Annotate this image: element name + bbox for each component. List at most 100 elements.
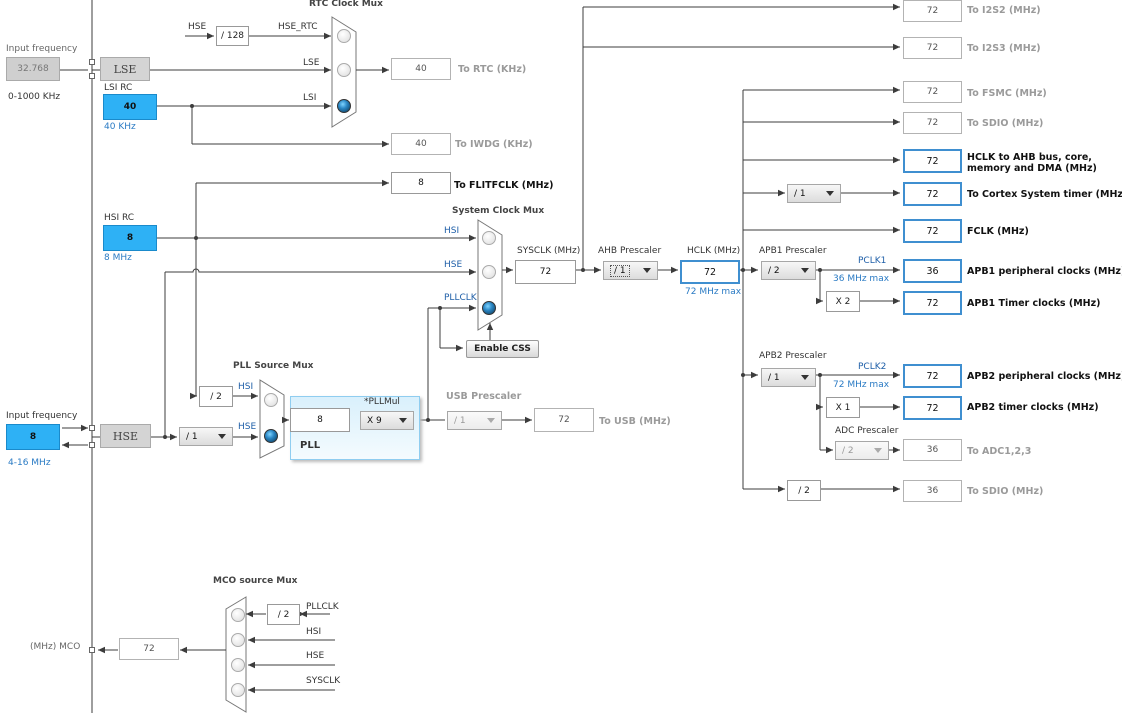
mco-input-hse: HSE — [306, 651, 325, 661]
mco-input-hsi: HSI — [306, 627, 322, 637]
apb1-peripheral-value-box: 36 — [903, 259, 962, 283]
pll-mux-input-hsi: HSI — [238, 382, 254, 392]
hsi-rc-value-box[interactable]: 8 — [103, 225, 157, 251]
pclk2-max-label: 72 MHz max — [833, 380, 890, 390]
pll-name-label: PLL — [300, 440, 321, 451]
hclk-label: HCLK (MHz) — [687, 246, 741, 256]
pll-mul-value: X 9 — [367, 415, 382, 426]
fsmc-clock-dest-label: To FSMC (MHz) — [967, 88, 1047, 99]
pll-mux-input-hse: HSE — [238, 422, 257, 432]
rtc-mux-radio-lsi[interactable] — [337, 99, 351, 113]
rtc-mux-input-lse: LSE — [303, 58, 320, 68]
apb2-prescaler-dropdown[interactable]: / 1 — [761, 368, 816, 387]
rtc-mux-radio-lse[interactable] — [337, 63, 351, 77]
apb2-prescaler-label: APB2 Prescaler — [759, 351, 827, 361]
rtc-hse-divider: / 128 — [216, 26, 249, 46]
pclk1-max-label: 36 MHz max — [833, 274, 890, 284]
adc-prescaler-dropdown[interactable]: / 2 — [835, 441, 889, 460]
rtc-clock-value-box: 40 — [391, 58, 451, 80]
lse-source-box[interactable]: LSE — [100, 57, 150, 81]
mco-radio-hse[interactable] — [231, 658, 245, 672]
iwdg-clock-value-box: 40 — [391, 133, 451, 155]
pll-hsi-divider: / 2 — [199, 386, 233, 407]
apb2-peripheral-value-box: 72 — [903, 364, 962, 388]
lse-terminal-bottom — [89, 73, 95, 79]
sysclk-label: SYSCLK (MHz) — [517, 246, 581, 256]
hclk-value-box[interactable]: 72 — [680, 260, 740, 284]
chevron-down-icon — [218, 434, 226, 439]
apb1-timer-value-box: 72 — [903, 291, 962, 315]
rtc-mux-radio-hse-rtc[interactable] — [337, 29, 351, 43]
mco-radio-pllclk[interactable] — [231, 608, 245, 622]
lse-input-frequency-field[interactable]: 32.768 — [6, 57, 60, 81]
rtc-hse-label: HSE — [188, 22, 207, 32]
mco-radio-hsi[interactable] — [231, 633, 245, 647]
hclk-ahb-dest-label-line1: HCLK to AHB bus, core, — [967, 152, 1092, 163]
sysmux-radio-hse[interactable] — [482, 265, 496, 279]
apb2-peripheral-dest-label: APB2 peripheral clocks (MHz) — [967, 371, 1122, 382]
pll-source-mux-title: PLL Source Mux — [233, 361, 314, 371]
usb-prescaler-dropdown[interactable]: / 1 — [447, 411, 502, 430]
rtc-mux-input-lsi: LSI — [303, 93, 317, 103]
hclk-ahb-value-box: 72 — [903, 149, 962, 173]
hsi-rc-label: HSI RC — [104, 213, 135, 223]
pll-input-value-box: 8 — [290, 408, 350, 432]
cortex-timer-divider-dropdown[interactable]: / 1 — [787, 184, 841, 203]
i2s3-clock-value-box: 72 — [903, 37, 962, 59]
ahb-prescaler-label: AHB Prescaler — [598, 246, 662, 256]
hse-source-box[interactable]: HSE — [100, 424, 151, 448]
hse-input-frequency-field[interactable]: 8 — [6, 424, 60, 450]
mco-input-pllclk: PLLCLK — [306, 602, 339, 612]
lsi-rc-label: LSI RC — [104, 83, 133, 93]
apb1-prescaler-dropdown[interactable]: / 2 — [761, 261, 816, 280]
pll-mux-radio-hsi[interactable] — [264, 393, 278, 407]
mco-radio-sysclk[interactable] — [231, 683, 245, 697]
fsmc-clock-value-box: 72 — [903, 81, 962, 103]
pll-mul-dropdown[interactable]: X 9 — [360, 411, 414, 430]
sdio-clock-dest-label: To SDIO (MHz) — [967, 118, 1044, 129]
sysmux-radio-hsi[interactable] — [482, 231, 496, 245]
sysmux-input-pllclk: PLLCLK — [444, 293, 477, 303]
rtc-clock-mux-title: RTC Clock Mux — [309, 0, 383, 9]
pclk1-label: PCLK1 — [858, 256, 887, 266]
sdio-clock-value-box: 72 — [903, 112, 962, 134]
sysmux-radio-pllclk[interactable] — [482, 301, 496, 315]
clock-tree-wires — [60, 0, 900, 713]
sysclk-value-box[interactable]: 72 — [515, 260, 576, 284]
hsi-frequency-unit: 8 MHz — [104, 253, 132, 263]
hse-terminal-top — [89, 425, 95, 431]
apb1-timer-multiplier: X 2 — [826, 291, 860, 312]
enable-css-button[interactable]: Enable CSS — [466, 340, 539, 358]
mco-clock-value-box: 72 — [119, 638, 179, 660]
fclk-value-box: 72 — [903, 219, 962, 243]
apb2-timer-multiplier: X 1 — [826, 397, 860, 418]
lsi-frequency-unit: 40 KHz — [104, 122, 136, 132]
mco-terminal — [89, 647, 95, 653]
lse-terminal-top — [89, 59, 95, 65]
chevron-down-icon — [801, 268, 809, 273]
ahb-prescaler-value: / 1 — [610, 264, 630, 277]
cortex-timer-dest-label: To Cortex System timer (MHz) — [967, 189, 1122, 200]
sysmux-input-hse: HSE — [444, 260, 463, 270]
chevron-down-icon — [643, 268, 651, 273]
pll-mux-radio-hse[interactable] — [264, 429, 278, 443]
sdio2-clock-value-box: 36 — [903, 480, 962, 502]
hclk-ahb-dest-label-line2: memory and DMA (MHz) — [967, 163, 1097, 174]
hse-terminal-bottom — [89, 442, 95, 448]
usb-prescaler-value: / 1 — [454, 415, 466, 426]
lsi-rc-value-box[interactable]: 40 — [103, 94, 157, 120]
chevron-down-icon — [874, 448, 882, 453]
chevron-down-icon — [826, 191, 834, 196]
sdio-hclk-divider: / 2 — [787, 480, 821, 501]
flitf-clock-value-box: 8 — [391, 172, 451, 194]
lse-frequency-range: 0-1000 KHz — [8, 92, 61, 102]
ahb-prescaler-dropdown[interactable]: / 1 — [603, 261, 658, 280]
system-clock-mux-title: System Clock Mux — [452, 206, 545, 216]
i2s2-clock-value-box: 72 — [903, 0, 962, 22]
adc-prescaler-label: ADC Prescaler — [835, 426, 899, 436]
hse-prediv-dropdown[interactable]: / 1 — [179, 427, 233, 446]
apb2-prescaler-value: / 1 — [768, 372, 780, 383]
usb-clock-dest-label: To USB (MHz) — [599, 416, 671, 427]
hse-frequency-range: 4-16 MHz — [8, 458, 51, 468]
rtc-mux-input-hse-rtc: HSE_RTC — [278, 22, 318, 32]
